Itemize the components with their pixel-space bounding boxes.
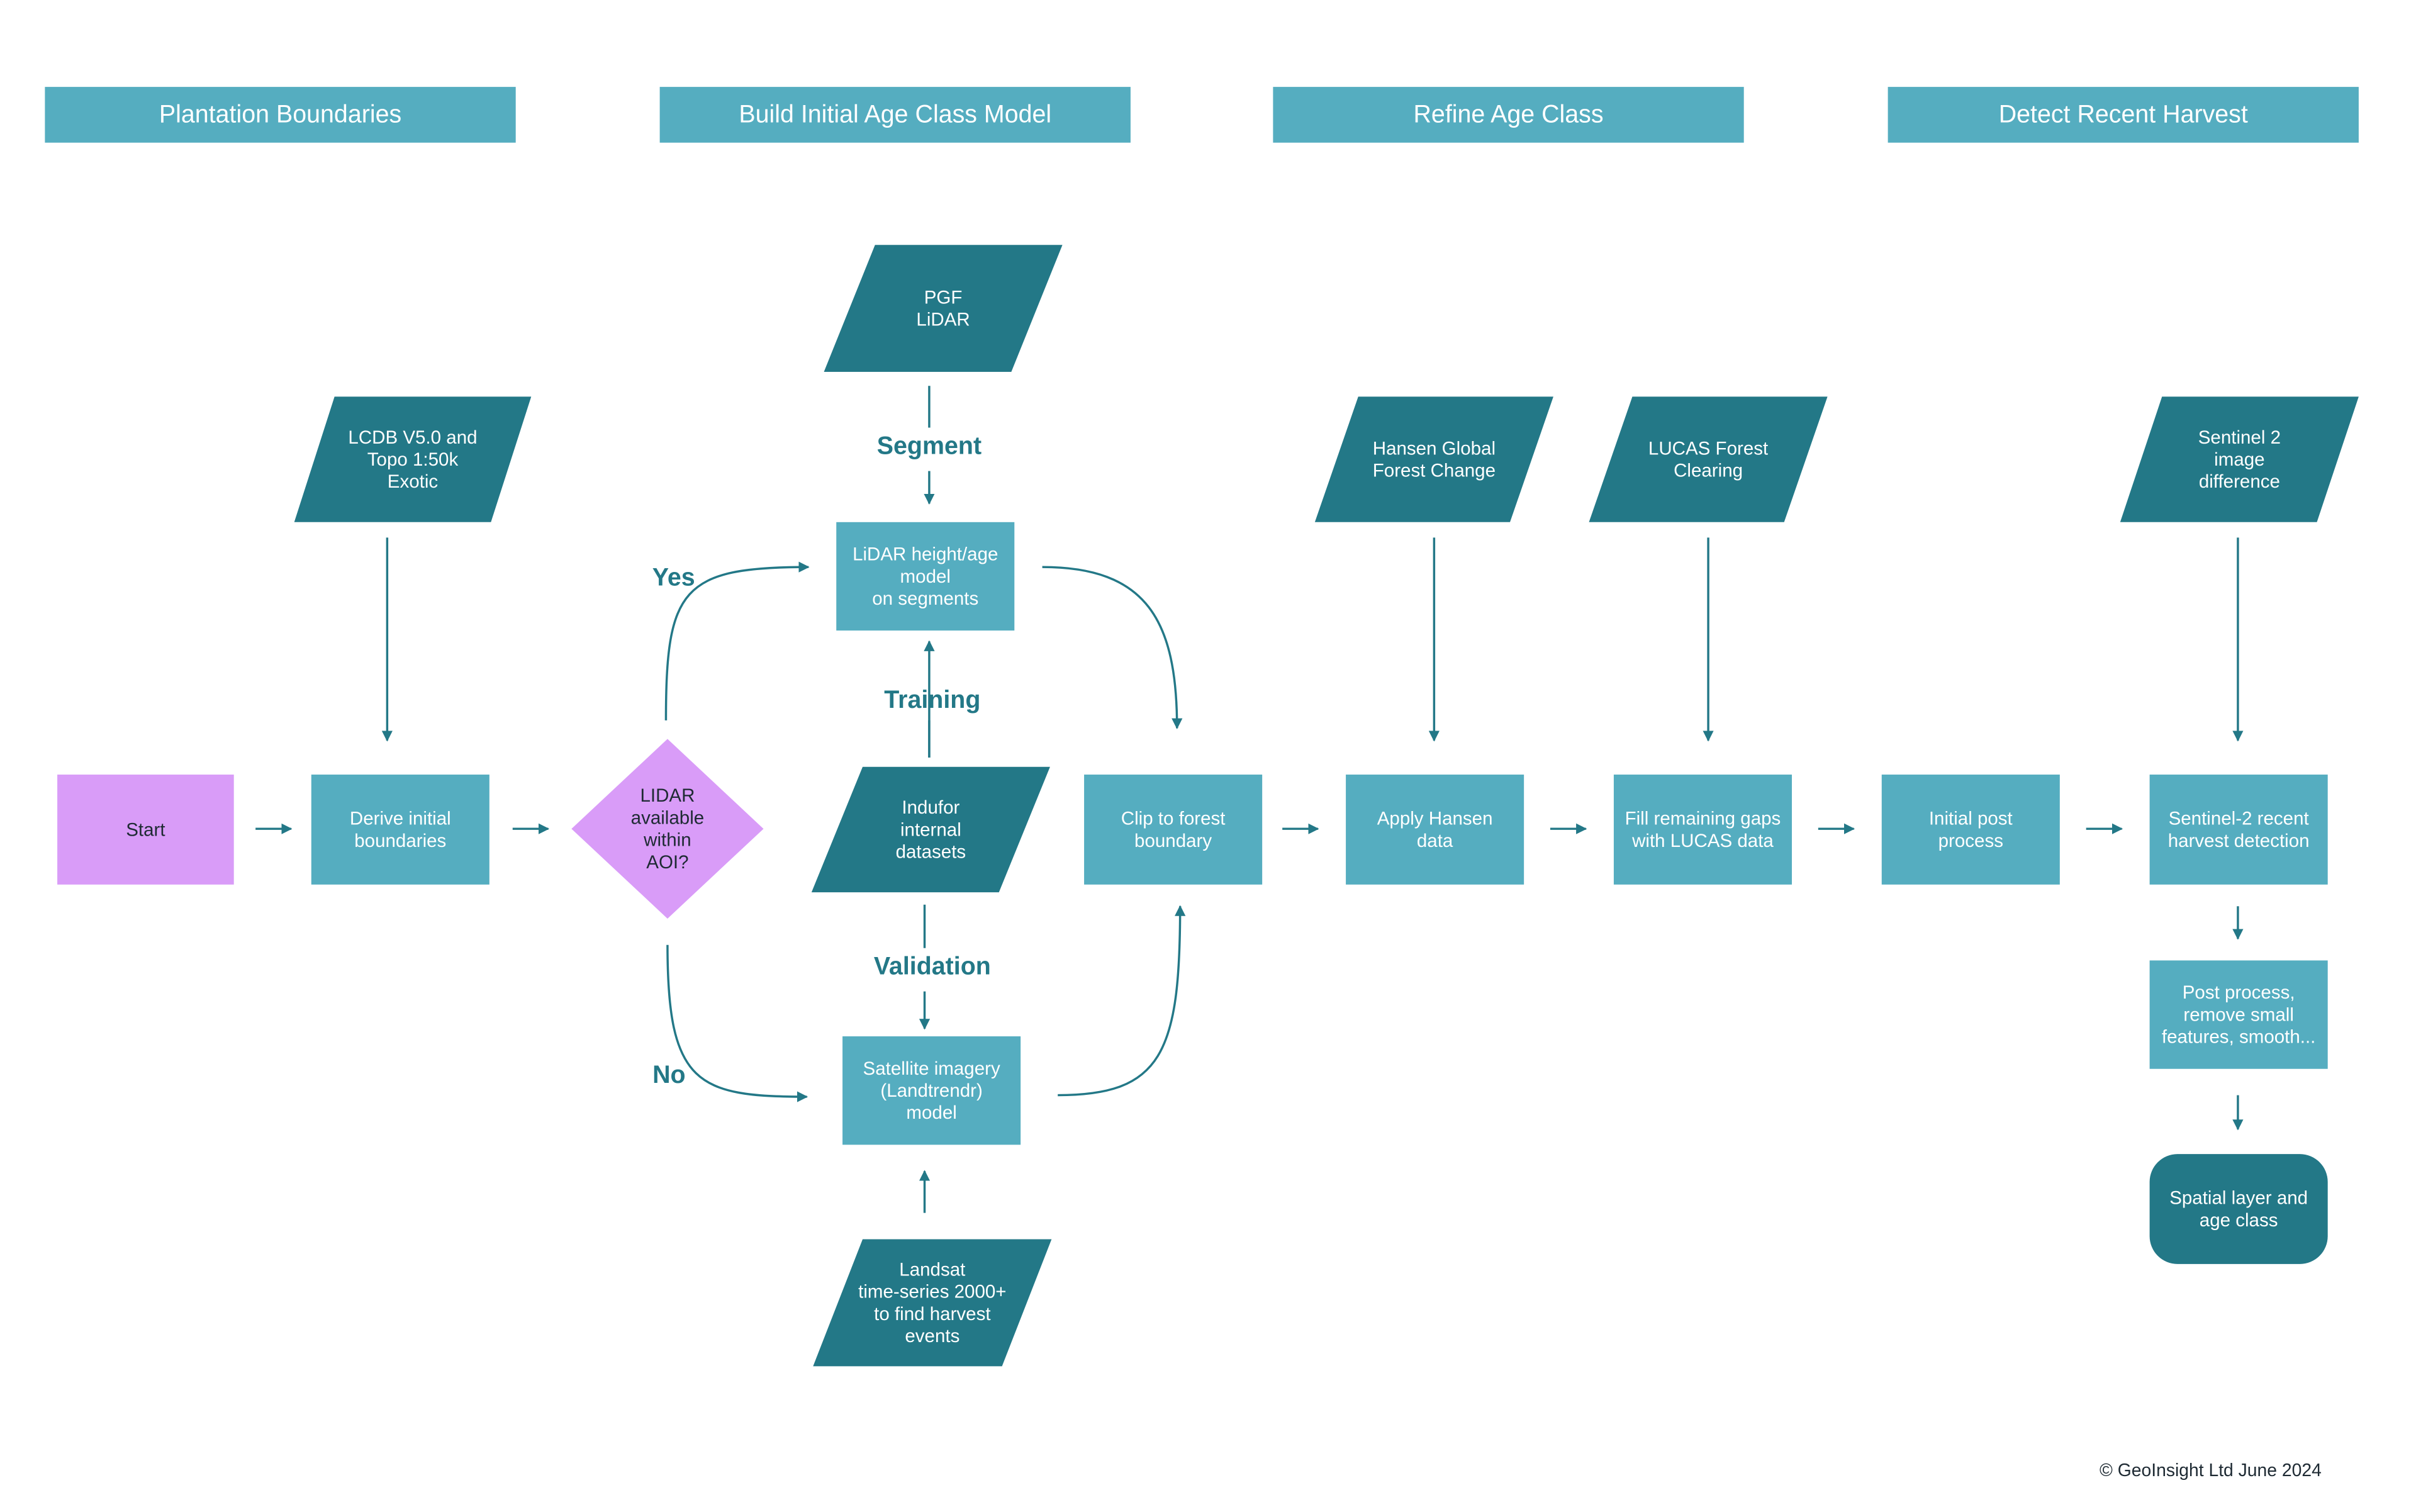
flow-arrow: [1042, 566, 1183, 729]
section-header: Refine Age Class: [1273, 87, 1744, 143]
node-label: available: [631, 807, 705, 828]
node-label: Sentinel-2 recent: [2169, 809, 2309, 829]
indufor-data-node: Induforinternaldatasets: [811, 766, 1050, 893]
start-node: Start: [57, 775, 234, 885]
node-label: Landsat: [899, 1259, 965, 1280]
node-label: Initial post: [1929, 809, 2013, 829]
node-label: Sentinel 2: [2198, 427, 2281, 448]
node-label: features, smooth...: [2162, 1027, 2315, 1048]
flowchart: Plantation Boundaries Build Initial Age C…: [45, 87, 2359, 1480]
lidar-model-node: LiDAR height/agemodelon segments: [836, 522, 1015, 631]
section-header: Build Initial Age Class Model: [659, 87, 1131, 143]
node-label: age class: [2200, 1210, 2278, 1231]
node-label: with LUCAS data: [1631, 831, 1774, 851]
node-label: Clip to forest: [1121, 809, 1226, 829]
node-label: Clearing: [1674, 461, 1743, 481]
node-label: LUCAS Forest: [1648, 438, 1768, 459]
node-label: Hansen Global: [1373, 438, 1496, 459]
label-training: Training: [884, 686, 980, 714]
node-label: Fill remaining gaps: [1625, 809, 1781, 829]
label-validation: Validation: [874, 953, 991, 980]
clip-forest-node: Clip to forestboundary: [1084, 775, 1263, 885]
hansen-data-node: Hansen GlobalForest Change: [1314, 396, 1553, 522]
lcdb-data-node: LCDB V5.0 andTopo 1:50kExotic: [294, 396, 532, 522]
node-label: Apply Hansen: [1377, 809, 1493, 829]
lucas-data-node: LUCAS ForestClearing: [1589, 396, 1828, 522]
node-label: Start: [126, 819, 165, 840]
apply-hansen-node: Apply Hansendata: [1346, 775, 1524, 885]
section-header-label: Refine Age Class: [1414, 101, 1604, 128]
flow-arrow: [1058, 905, 1186, 1097]
node-label: Forest Change: [1373, 461, 1496, 481]
label-no: No: [652, 1061, 686, 1089]
node-label: LiDAR height/age: [853, 544, 998, 565]
sentinel-data-node: Sentinel 2imagedifference: [2120, 396, 2359, 522]
node-label: LIDAR: [640, 785, 695, 806]
flow-arrow: [666, 944, 808, 1102]
node-label: Post process,: [2183, 982, 2295, 1003]
node-label: difference: [2199, 471, 2280, 492]
sentinel-detect-node: Sentinel-2 recentharvest detection: [2149, 775, 2328, 885]
derive-boundaries-node: Derive initialboundaries: [311, 775, 489, 885]
node-label: remove small: [2183, 1004, 2294, 1025]
initial-post-node: Initial postprocess: [1881, 775, 2060, 885]
node-label: LiDAR: [916, 310, 970, 330]
node-label: within: [643, 830, 691, 851]
node-label: LCDB V5.0 and: [348, 427, 477, 448]
landsat-data-node: Landsattime-series 2000+to find harveste…: [813, 1239, 1052, 1367]
node-label: Exotic: [388, 471, 438, 492]
node-label: PGF: [924, 287, 963, 308]
pgf-lidar-data-node: PGFLiDAR: [824, 245, 1063, 372]
node-label: (Landtrendr): [880, 1080, 982, 1101]
node-label: to find harvest: [874, 1304, 990, 1324]
node-label: Satellite imagery: [863, 1058, 1000, 1079]
node-label: datasets: [896, 841, 966, 862]
label-yes: Yes: [652, 564, 695, 591]
node-label: boundary: [1134, 831, 1212, 851]
node-label: Derive initial: [350, 809, 451, 829]
node-label: AOI?: [646, 852, 688, 873]
section-header-label: Plantation Boundaries: [159, 101, 401, 128]
node-label: Spatial layer and: [2169, 1188, 2308, 1209]
node-label: Topo 1:50k: [367, 449, 459, 470]
satellite-model-node: Satellite imagery(Landtrendr)model: [842, 1036, 1021, 1145]
node-label: image: [2214, 449, 2264, 470]
node-label: boundaries: [354, 831, 446, 851]
post-process-node: Post process,remove smallfeatures, smoot…: [2149, 960, 2328, 1069]
section-header: Detect Recent Harvest: [1888, 87, 2359, 143]
node-label: harvest detection: [2168, 831, 2310, 851]
section-header-label: Build Initial Age Class Model: [739, 101, 1051, 128]
node-label: data: [1417, 831, 1453, 851]
lidar-decision-node: LIDARavailablewithinAOI?: [571, 739, 764, 919]
copyright-footer: © GeoInsight Ltd June 2024: [2100, 1460, 2322, 1480]
node-label: time-series 2000+: [858, 1282, 1006, 1302]
node-label: process: [1938, 831, 2003, 851]
node-label: internal: [900, 819, 961, 840]
section-header: Plantation Boundaries: [45, 87, 516, 143]
fill-gaps-node: Fill remaining gapswith LUCAS data: [1613, 775, 1792, 885]
node-label: model: [906, 1102, 956, 1123]
section-header-label: Detect Recent Harvest: [1999, 101, 2248, 128]
node-label: on segments: [872, 588, 978, 609]
spatial-output-node: Spatial layer andage class: [2149, 1154, 2328, 1264]
node-label: events: [905, 1326, 959, 1347]
node-label: Indufor: [902, 797, 959, 818]
label-segment: Segment: [877, 432, 982, 459]
node-label: model: [900, 566, 951, 587]
